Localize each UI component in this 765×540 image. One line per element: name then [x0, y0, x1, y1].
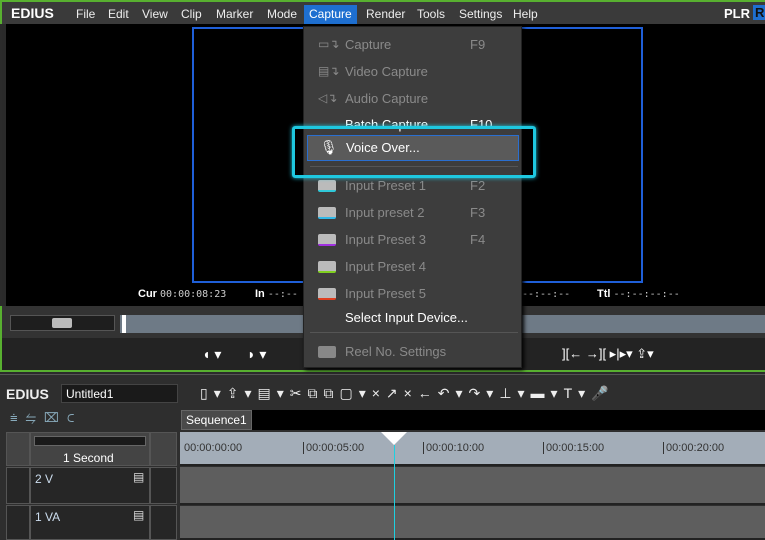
menu-file[interactable]: File: [71, 5, 100, 24]
track-sync-icon[interactable]: [150, 505, 177, 540]
track-header-2v[interactable]: 2 V ▤: [30, 467, 150, 504]
menu-render[interactable]: Render: [361, 5, 410, 24]
ruler-label: 00:00:05:00: [303, 442, 364, 454]
ruler-label: 00:00:15:00: [543, 442, 604, 454]
track-lane-1va[interactable]: [180, 506, 765, 540]
playhead-handle[interactable]: [381, 432, 407, 445]
menu-edit[interactable]: Edit: [103, 5, 134, 24]
set-out-icon[interactable]: ◗ ▾: [247, 346, 266, 363]
playhead-line[interactable]: [394, 445, 395, 540]
preset-icon: [318, 288, 336, 300]
rec-label[interactable]: RE: [753, 5, 765, 20]
tab-sequence1[interactable]: Sequence1: [181, 410, 252, 430]
insert-timeline-icon[interactable]: ][← →][ ▸|▸▾ ⇪▾: [562, 346, 654, 362]
track-label: 1 VA: [35, 510, 61, 524]
sync-icon[interactable]: [150, 432, 177, 466]
out-timecode: --:--:--: [522, 289, 571, 300]
menu-item-capture[interactable]: ▭↴ Capture F9: [304, 33, 523, 57]
menu-item-video-capture[interactable]: ▤↴ Video Capture: [304, 60, 523, 84]
track-patch[interactable]: [6, 505, 30, 540]
track-patch[interactable]: [6, 467, 30, 504]
capture-menu: ▭↴ Capture F9 ▤↴ Video Capture ◁↴ Audio Capt…: [303, 26, 522, 368]
menu-item-input-preset-2[interactable]: Input preset 2 F3: [304, 201, 523, 225]
timeline-logo: EDIUS: [6, 386, 49, 402]
menu-item-reel-no-settings[interactable]: Reel No. Settings: [304, 340, 523, 364]
menu-settings[interactable]: Settings: [454, 5, 507, 24]
tab-strip: [252, 410, 765, 430]
track-tool-icons[interactable]: ⩧⇋⌧⊂: [10, 410, 83, 426]
menu-mode[interactable]: Mode: [262, 5, 302, 24]
menu-help[interactable]: Help: [508, 5, 543, 24]
preset-icon: [318, 180, 336, 192]
shuttle-handle[interactable]: [52, 318, 72, 328]
total-timecode: Ttl --:--:--:--: [597, 288, 680, 300]
video-capture-icon: ▤↴: [318, 64, 340, 78]
menu-view[interactable]: View: [137, 5, 173, 24]
project-name-field[interactable]: Untitled1: [61, 384, 178, 403]
video-track-icon: ▤: [133, 470, 145, 484]
menu-item-audio-capture[interactable]: ◁↴ Audio Capture: [304, 87, 523, 111]
menu-capture[interactable]: Capture: [304, 5, 357, 24]
menu-item-input-preset-5[interactable]: Input Preset 5: [304, 282, 523, 306]
track-header-1va[interactable]: 1 VA ▤: [30, 505, 150, 540]
preset-icon: [318, 234, 336, 246]
track-va-toggle[interactable]: [6, 432, 30, 466]
ruler-label: 00:00:00:00: [184, 442, 243, 454]
set-in-icon[interactable]: ◖ ▾: [202, 346, 221, 363]
menu-separator: [310, 332, 518, 333]
track-label: 2 V: [35, 472, 54, 486]
app-logo: EDIUS: [11, 5, 54, 21]
menu-marker[interactable]: Marker: [211, 5, 258, 24]
preset-icon: [318, 207, 336, 219]
menu-tools[interactable]: Tools: [412, 5, 450, 24]
audio-capture-icon: ◁↴: [318, 91, 338, 105]
plr-label[interactable]: PLR: [724, 6, 750, 21]
menu-bar: EDIUS File Edit View Clip Marker Mode Ca…: [0, 0, 765, 24]
menu-clip[interactable]: Clip: [176, 5, 207, 24]
shuttle-slider[interactable]: [10, 315, 115, 331]
in-timecode: In --:--: [255, 288, 298, 300]
track-lane-2v[interactable]: [180, 467, 765, 505]
position-marker[interactable]: [122, 315, 126, 333]
timeline-ruler[interactable]: 00:00:00:00 00:00:05:00 00:00:10:00 00:0…: [180, 432, 765, 466]
menu-item-select-input-device[interactable]: Select Input Device...: [304, 306, 523, 330]
menu-item-input-preset-3[interactable]: Input Preset 3 F4: [304, 228, 523, 252]
zoom-slider[interactable]: [34, 436, 146, 446]
ruler-label: 00:00:10:00: [423, 442, 484, 454]
timescale-select[interactable]: 1 Second: [63, 451, 114, 465]
zoom-controls: 1 Second: [30, 432, 150, 466]
video-track-icon: ▤: [133, 508, 145, 522]
menu-item-input-preset-4[interactable]: Input Preset 4: [304, 255, 523, 279]
timeline-toolbar-icons[interactable]: ▯▾⇪▾▤▾✂⧉⧉▢▾×↗×←↶▾↷▾⊥▾▬▾T▾🎤: [200, 385, 615, 402]
highlight-box: [292, 126, 536, 178]
track-sync-icon[interactable]: [150, 467, 177, 504]
ruler-label: 00:00:20:00: [663, 442, 724, 454]
capture-icon: ▭↴: [318, 37, 340, 51]
reel-icon: [318, 346, 336, 358]
current-timecode: Cur 00:00:08:23: [138, 288, 227, 300]
preset-icon: [318, 261, 336, 273]
